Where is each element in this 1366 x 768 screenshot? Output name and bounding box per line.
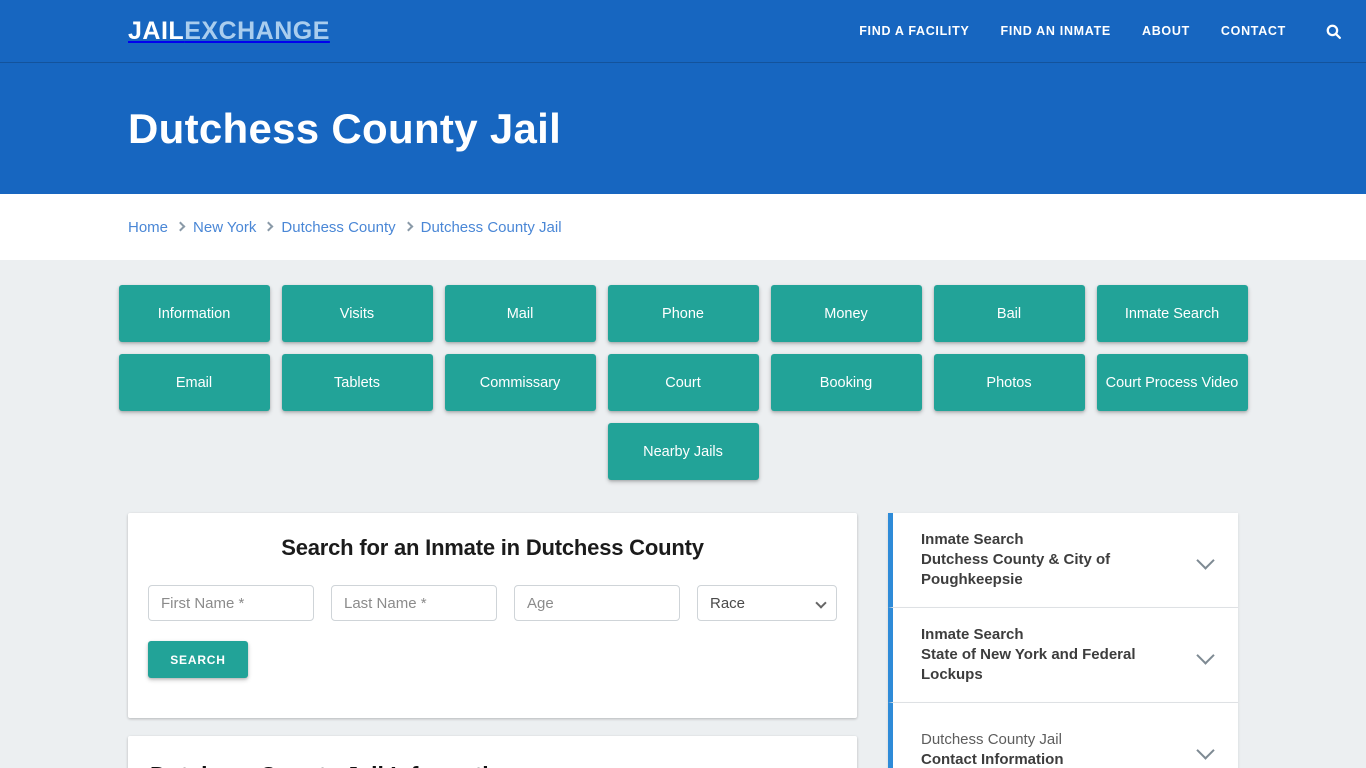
breadcrumb-item-dutchess-county[interactable]: Dutchess County	[281, 219, 395, 236]
chevron-right-icon	[175, 221, 186, 231]
chevron-right-icon	[403, 221, 414, 231]
section-button-bail[interactable]: Bail	[933, 285, 1085, 342]
search-submit-button[interactable]: SEARCH	[148, 641, 248, 678]
section-button-information[interactable]: Information	[118, 285, 270, 342]
page-body: Information Visits Mail Phone Money Bail…	[0, 260, 1366, 768]
breadcrumb-item-home[interactable]: Home	[128, 219, 168, 236]
sidebar-item-contact-information[interactable]: Dutchess County Jail Contact Information	[888, 703, 1238, 768]
accordion-label: Dutchess County Jail Contact Information	[921, 730, 1185, 768]
section-button-phone[interactable]: Phone	[607, 285, 759, 342]
nav-item-contact[interactable]: CONTACT	[1221, 24, 1286, 38]
breadcrumb-item-new-york[interactable]: New York	[193, 219, 256, 236]
breadcrumb-bar: Home New York Dutchess County Dutchess C…	[0, 194, 1366, 260]
chevron-down-icon[interactable]	[1196, 550, 1215, 570]
accordion-label: Inmate Search State of New York and Fede…	[921, 625, 1185, 684]
accordion-subtitle: Contact Information	[921, 751, 1064, 768]
section-button-booking[interactable]: Booking	[770, 354, 922, 411]
accordion-subtitle: Dutchess County & City of Poughkeepsie	[921, 551, 1111, 588]
section-button-money[interactable]: Money	[770, 285, 922, 342]
section-button-email[interactable]: Email	[118, 354, 270, 411]
section-button-court[interactable]: Court	[607, 354, 759, 411]
site-logo[interactable]: JAILEXCHANGE	[128, 16, 330, 45]
main-column: Search for an Inmate in Dutchess County …	[128, 513, 857, 768]
section-button-nearby-jails[interactable]: Nearby Jails	[607, 423, 759, 480]
page-title: Dutchess County Jail	[128, 104, 562, 152]
inmate-search-card: Search for an Inmate in Dutchess County …	[128, 513, 857, 718]
facility-section-buttons: Information Visits Mail Phone Money Bail…	[0, 285, 1366, 480]
search-icon[interactable]	[1325, 23, 1342, 40]
breadcrumb-item-dutchess-county-jail[interactable]: Dutchess County Jail	[421, 219, 562, 236]
race-select[interactable]: Race	[697, 585, 837, 621]
facility-button-row-2: Email Tablets Commissary Court Booking P…	[0, 354, 1366, 411]
section-button-visits[interactable]: Visits	[281, 285, 433, 342]
nav-item-find-an-inmate[interactable]: FIND AN INMATE	[1000, 24, 1110, 38]
section-button-court-process-video[interactable]: Court Process Video	[1096, 354, 1248, 411]
accordion-label: Inmate Search Dutchess County & City of …	[921, 530, 1185, 589]
inmate-search-fields: Race	[148, 585, 837, 621]
primary-nav-links: FIND A FACILITY FIND AN INMATE ABOUT CON…	[859, 23, 1342, 40]
accordion-title: Inmate Search	[921, 531, 1024, 549]
facility-button-row-3: Nearby Jails	[0, 423, 1366, 480]
breadcrumb: Home New York Dutchess County Dutchess C…	[128, 219, 562, 236]
section-button-photos[interactable]: Photos	[933, 354, 1085, 411]
accordion-title: Dutchess County Jail	[921, 731, 1062, 749]
first-name-input[interactable]	[148, 585, 314, 621]
page-hero-banner: Dutchess County Jail	[0, 63, 1366, 194]
logo-text-secondary: EXCHANGE	[184, 16, 330, 45]
logo-text-primary: JAIL	[128, 16, 185, 45]
facility-information-heading: Dutchess County Jail Information	[150, 762, 835, 768]
accordion-title: Inmate Search	[921, 626, 1024, 644]
facility-information-card: Dutchess County Jail Information	[128, 736, 857, 768]
chevron-down-icon[interactable]	[1196, 645, 1215, 665]
accordion-subtitle: State of New York and Federal Lockups	[921, 646, 1136, 683]
chevron-right-icon	[263, 221, 274, 231]
content-columns: Search for an Inmate in Dutchess County …	[128, 513, 1238, 768]
sidebar-item-inmate-search-state[interactable]: Inmate Search State of New York and Fede…	[888, 608, 1238, 703]
section-button-commissary[interactable]: Commissary	[444, 354, 596, 411]
section-button-tablets[interactable]: Tablets	[281, 354, 433, 411]
nav-item-about[interactable]: ABOUT	[1142, 24, 1190, 38]
race-select-wrapper: Race	[697, 585, 837, 621]
inmate-search-heading: Search for an Inmate in Dutchess County	[281, 535, 704, 560]
facility-button-row-1: Information Visits Mail Phone Money Bail…	[0, 285, 1366, 342]
sidebar-item-inmate-search-county[interactable]: Inmate Search Dutchess County & City of …	[888, 513, 1238, 608]
chevron-down-icon[interactable]	[1196, 740, 1215, 760]
top-navigation-bar: JAILEXCHANGE FIND A FACILITY FIND AN INM…	[0, 0, 1366, 63]
nav-item-find-a-facility[interactable]: FIND A FACILITY	[859, 24, 969, 38]
section-button-mail[interactable]: Mail	[444, 285, 596, 342]
age-input[interactable]	[514, 585, 680, 621]
section-button-inmate-search[interactable]: Inmate Search	[1096, 285, 1248, 342]
last-name-input[interactable]	[331, 585, 497, 621]
sidebar: Inmate Search Dutchess County & City of …	[888, 513, 1238, 768]
